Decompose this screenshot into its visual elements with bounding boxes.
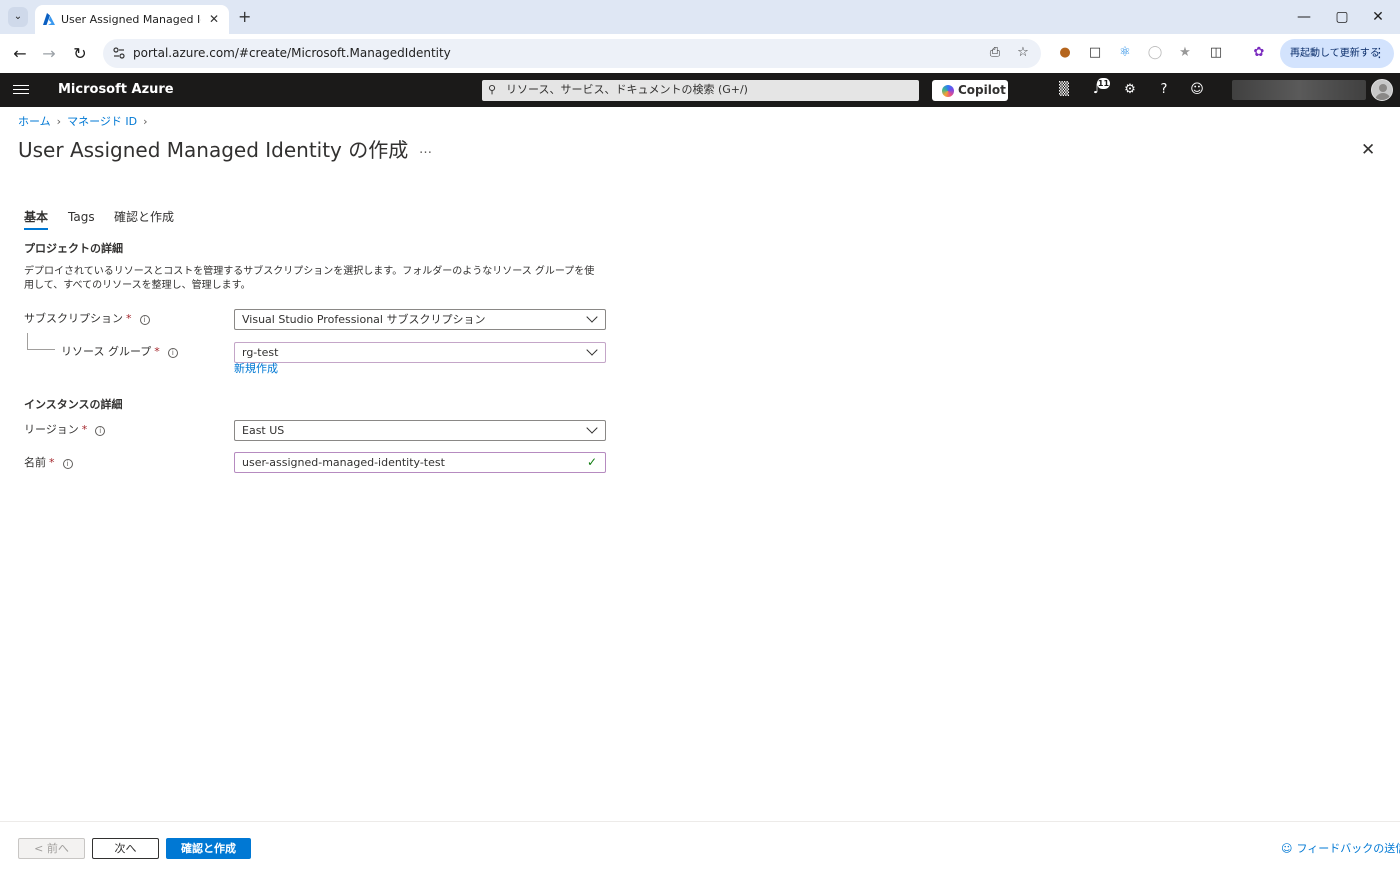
create-new-resource-group-link[interactable]: 新規作成 xyxy=(234,362,278,376)
page-title: User Assigned Managed Identity の作成 xyxy=(18,138,409,162)
resource-group-value: rg-test xyxy=(242,346,279,359)
search-icon: ⚲ xyxy=(488,83,497,96)
notification-badge: 11 xyxy=(1097,78,1110,89)
copilot-icon xyxy=(942,85,954,97)
extensions-puzzle-icon[interactable]: ◫ xyxy=(1208,45,1224,61)
required-marker: * xyxy=(49,456,55,469)
window-close-icon[interactable]: ✕ xyxy=(1368,8,1388,26)
settings-gear-icon[interactable]: ⚙ xyxy=(1122,82,1138,98)
portal-menu-icon[interactable] xyxy=(13,82,29,98)
required-marker: * xyxy=(126,312,132,325)
close-tab-icon[interactable]: ✕ xyxy=(209,11,219,27)
chevron-right-icon: › xyxy=(143,115,148,128)
avatar[interactable] xyxy=(1371,79,1393,101)
name-label: 名前 * i xyxy=(24,456,73,470)
tab-title: User Assigned Managed Identit xyxy=(61,13,201,26)
review-create-button[interactable]: 確認と作成 xyxy=(166,838,251,859)
search-placeholder: リソース、サービス、ドキュメントの検索 (G+/) xyxy=(506,83,748,96)
active-tab-indicator xyxy=(24,228,48,230)
info-icon[interactable]: i xyxy=(95,426,106,436)
copilot-label: Copilot xyxy=(958,83,1006,97)
forward-icon[interactable]: → xyxy=(39,44,59,64)
send-feedback-link[interactable]: ☺ フィードバックの送信 xyxy=(1281,842,1400,856)
info-icon[interactable]: i xyxy=(139,315,150,325)
region-label-text: リージョン xyxy=(24,423,79,436)
azure-topbar: Microsoft Azure ⚲ リソース、サービス、ドキュメントの検索 (G… xyxy=(0,73,1400,107)
subscription-label-text: サブスクリプション xyxy=(24,312,123,325)
maximize-icon[interactable]: ▢ xyxy=(1332,8,1352,26)
tab-review-create[interactable]: 確認と作成 xyxy=(114,209,174,225)
chevron-down-icon xyxy=(586,422,598,434)
chevron-down-icon xyxy=(586,311,598,323)
tab-basics[interactable]: 基本 xyxy=(24,209,48,225)
browser-tab-strip: ⌄ User Assigned Managed Identit ✕ + — ▢ … xyxy=(0,0,1400,34)
help-icon[interactable]: ? xyxy=(1156,82,1172,98)
favorites-extension-icon[interactable]: ★ xyxy=(1177,45,1193,61)
project-details-heading: プロジェクトの詳細 xyxy=(24,242,123,255)
name-label-text: 名前 xyxy=(24,456,46,469)
resource-group-label-text: リソース グループ xyxy=(61,345,152,358)
browser-tab[interactable]: User Assigned Managed Identit ✕ xyxy=(35,5,229,34)
resource-group-dropdown[interactable]: rg-test xyxy=(234,342,606,363)
subscription-label: サブスクリプション * i xyxy=(24,312,150,326)
account-info[interactable] xyxy=(1232,80,1366,100)
relaunch-to-update-button[interactable]: 再起動して更新する ⋮ xyxy=(1280,39,1394,68)
feedback-label: フィードバックの送信 xyxy=(1296,842,1400,855)
url-text: portal.azure.com/#create/Microsoft.Manag… xyxy=(133,46,451,60)
subscription-value: Visual Studio Professional サブスクリプション xyxy=(242,313,486,326)
feedback-icon: ☺ xyxy=(1281,842,1293,855)
required-marker: * xyxy=(81,423,88,436)
browser-menu-icon[interactable]: ⋮ xyxy=(1373,39,1386,68)
copilot-button[interactable]: Copilot xyxy=(932,80,1008,101)
next-button[interactable]: 次へ xyxy=(92,838,159,859)
react-devtools-icon[interactable]: ⚛ xyxy=(1117,45,1133,61)
extension-icon[interactable]: ◯ xyxy=(1147,45,1163,61)
more-options-icon[interactable]: … xyxy=(419,142,432,158)
profile-icon[interactable]: ✿ xyxy=(1251,45,1267,61)
region-value: East US xyxy=(242,424,285,437)
resource-group-label: リソース グループ * i xyxy=(61,345,178,359)
tree-connector xyxy=(27,333,55,350)
breadcrumb-home[interactable]: ホーム xyxy=(18,115,51,129)
footer-divider xyxy=(0,821,1400,822)
tab-search-button[interactable]: ⌄ xyxy=(8,7,28,27)
back-icon[interactable]: ← xyxy=(10,44,30,64)
name-input[interactable]: user-assigned-managed-identity-test ✓ xyxy=(234,452,606,473)
info-icon[interactable]: i xyxy=(62,459,73,469)
tab-tags[interactable]: Tags xyxy=(68,209,95,225)
valid-checkmark-icon: ✓ xyxy=(586,455,597,469)
previous-button[interactable]: < 前へ xyxy=(18,838,85,859)
close-blade-icon[interactable]: ✕ xyxy=(1361,141,1375,159)
chevron-right-icon: › xyxy=(56,115,62,128)
global-search-input[interactable]: ⚲ リソース、サービス、ドキュメントの検索 (G+/) xyxy=(482,80,919,101)
name-value: user-assigned-managed-identity-test xyxy=(242,456,445,469)
minimize-icon[interactable]: — xyxy=(1294,8,1314,26)
required-marker: * xyxy=(154,345,160,358)
feedback-icon[interactable]: ☺ xyxy=(1189,82,1205,98)
subscription-dropdown[interactable]: Visual Studio Professional サブスクリプション xyxy=(234,309,606,330)
azure-brand[interactable]: Microsoft Azure xyxy=(58,82,174,98)
address-bar[interactable]: portal.azure.com/#create/Microsoft.Manag… xyxy=(103,39,1041,68)
new-tab-button[interactable]: + xyxy=(238,7,251,27)
project-details-description: デプロイされているリソースとコストを管理するサブスクリプションを選択します。フォ… xyxy=(24,266,595,291)
breadcrumb-managed-identity[interactable]: マネージド ID xyxy=(67,115,137,129)
site-info-icon[interactable] xyxy=(112,46,126,60)
install-app-icon[interactable]: ⎙ xyxy=(987,45,1003,61)
azure-logo-icon xyxy=(43,13,55,25)
region-label: リージョン * i xyxy=(24,423,106,437)
cloud-shell-icon[interactable]: ▒ xyxy=(1056,82,1072,98)
reload-icon[interactable]: ↻ xyxy=(70,44,90,64)
breadcrumb: ホーム › マネージド ID › xyxy=(18,115,153,129)
bookmark-star-icon[interactable]: ☆ xyxy=(1015,45,1031,61)
chevron-down-icon xyxy=(586,344,598,356)
info-icon[interactable]: i xyxy=(167,348,178,358)
browser-toolbar: ← → ↻ portal.azure.com/#create/Microsoft… xyxy=(0,34,1400,73)
instance-details-heading: インスタンスの詳細 xyxy=(24,398,123,411)
relaunch-label: 再起動して更新する xyxy=(1290,48,1380,59)
cookie-extension-icon[interactable]: ● xyxy=(1057,45,1073,61)
screenshot-extension-icon[interactable]: □ xyxy=(1087,45,1103,61)
region-dropdown[interactable]: East US xyxy=(234,420,606,441)
